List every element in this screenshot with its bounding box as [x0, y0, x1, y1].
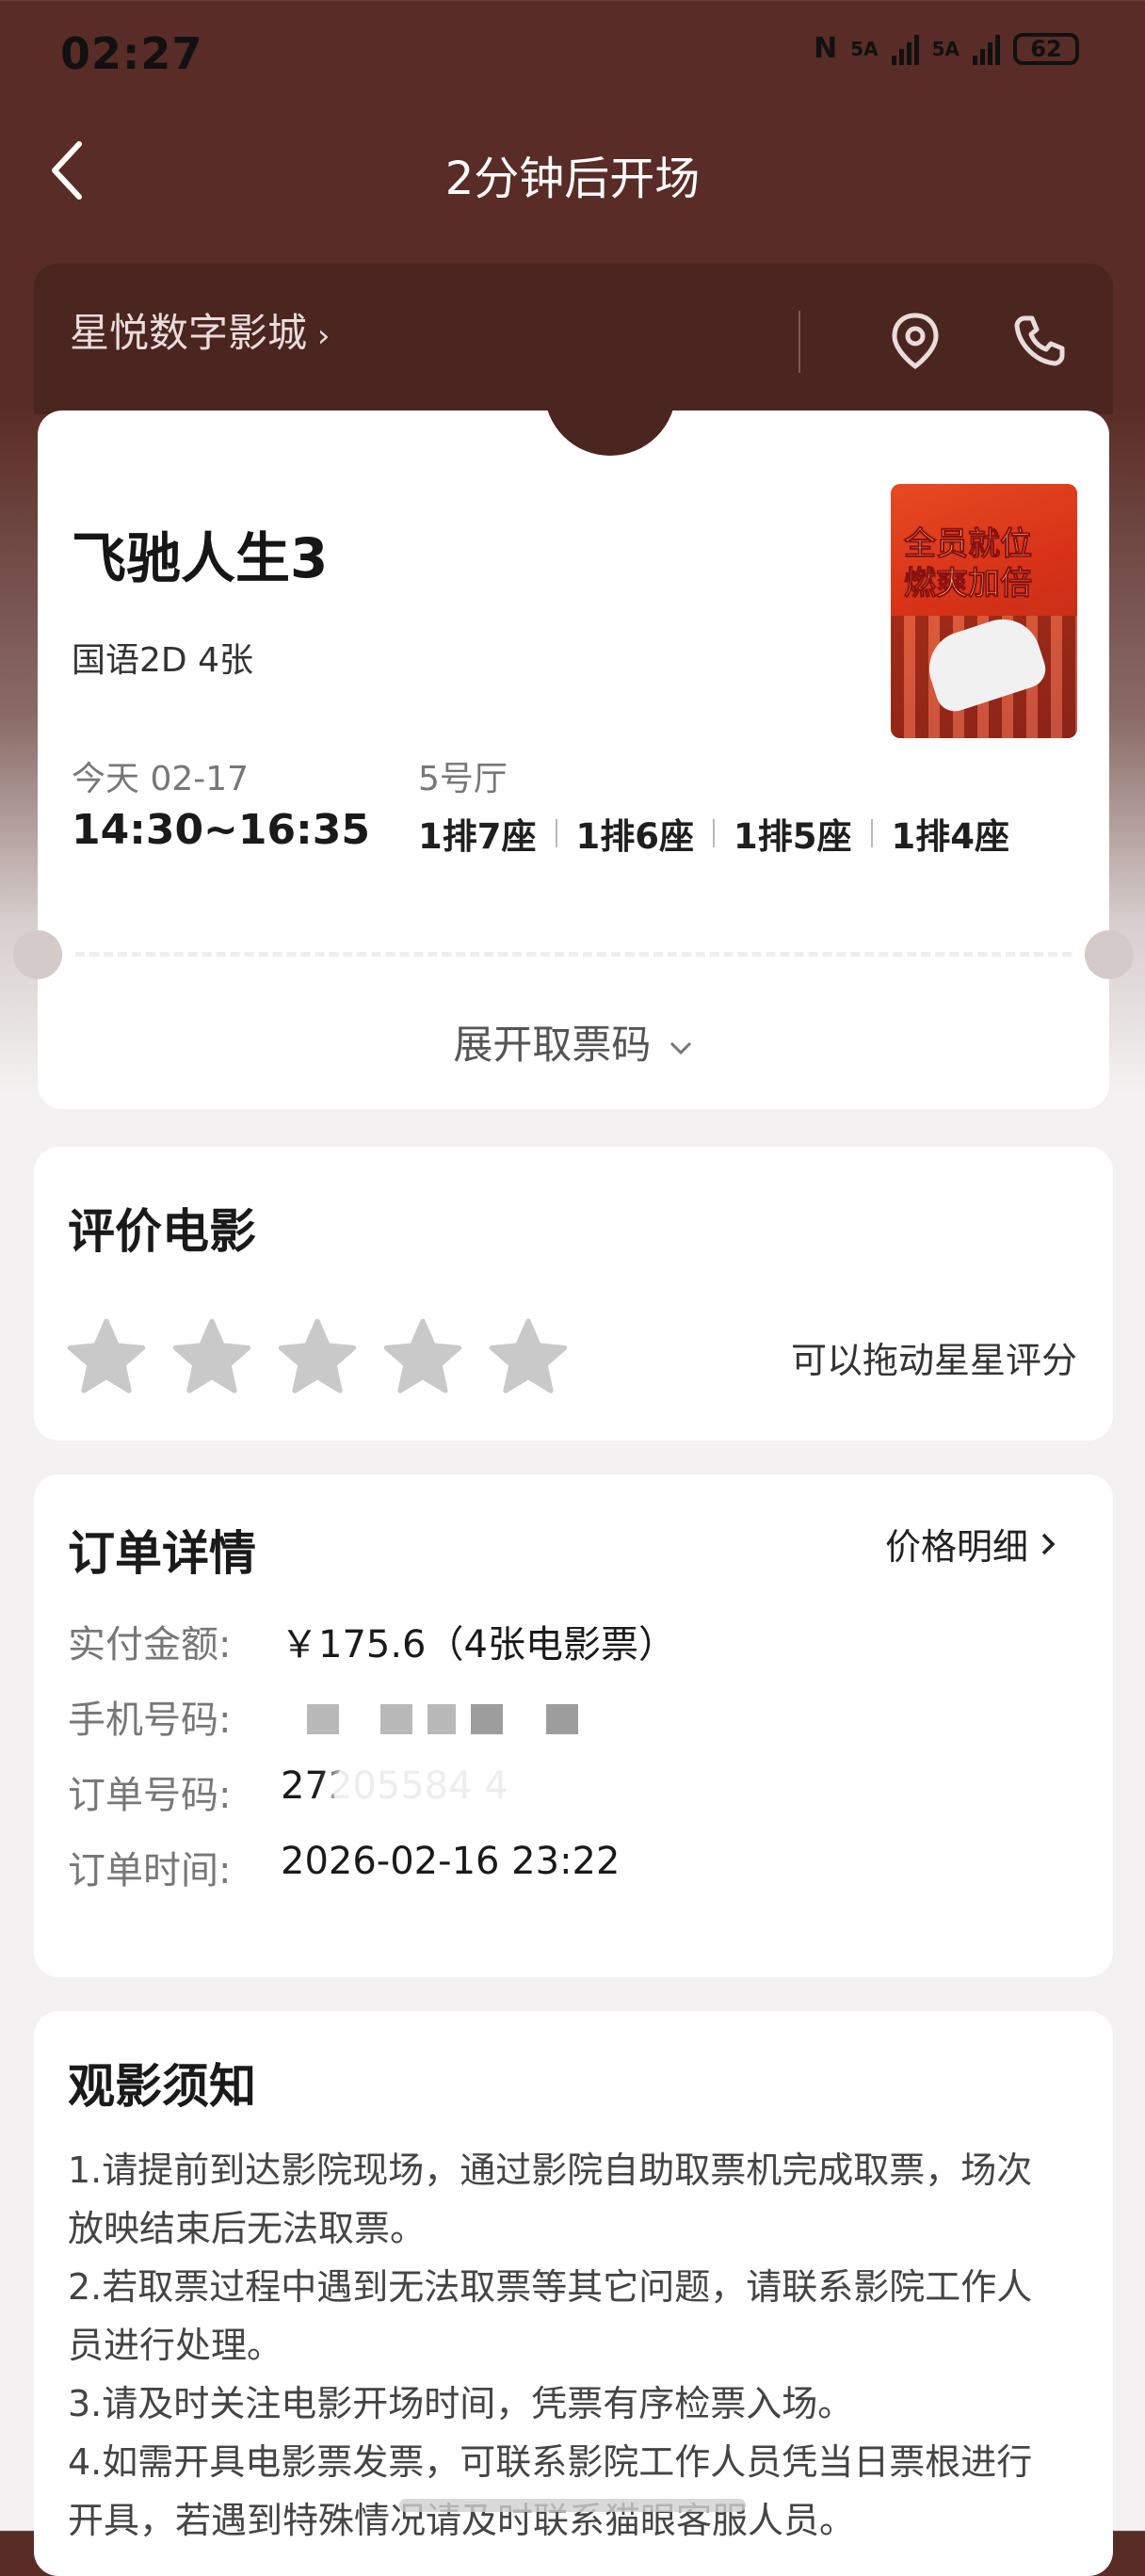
seat-list: 1排7座 1排6座 1排5座 1排4座	[418, 808, 1009, 859]
movie-poster[interactable]: 全员就位 燃爽加倍	[891, 484, 1077, 738]
amount-label: 实付金额:	[68, 1623, 232, 1666]
star-icon[interactable]	[382, 1316, 463, 1397]
signal-label-1: 5A	[850, 37, 879, 60]
top-nav: 2分钟后开场	[0, 122, 1145, 217]
ticket-notch-left	[13, 930, 62, 979]
order-time-label: 订单时间:	[68, 1849, 232, 1892]
ticket-notch-right	[1085, 930, 1134, 979]
seat-item: 1排5座	[734, 816, 852, 857]
seat-separator	[555, 819, 557, 847]
order-time-row: 订单时间: 2026-02-16 23:22	[68, 1840, 620, 1894]
phone-row: 手机号码:	[68, 1689, 578, 1744]
signal-bars-icon	[891, 33, 919, 65]
chevron-down-icon	[669, 1041, 691, 1055]
notice-list: 1.请提前到达影院现场，通过影院自助取票机完成取票，场次放映结束后无法取票。 2…	[68, 2141, 1060, 2550]
cinema-name-link[interactable]: 星悦数字影城 ›	[70, 301, 330, 359]
ticket-perforation	[75, 952, 1072, 957]
star-icon[interactable]	[171, 1316, 252, 1397]
battery-level: 62	[1030, 35, 1062, 62]
status-icons: N 5A 5A 62	[814, 32, 1079, 65]
cinema-name: 星悦数字影城	[70, 310, 308, 356]
chevron-right-icon	[1041, 1533, 1056, 1554]
battery-icon: 62	[1013, 32, 1079, 65]
price-detail-label: 价格明细	[884, 1526, 1028, 1568]
poster-text-2: 燃爽加倍	[904, 565, 1033, 604]
phone-value-masked	[281, 1695, 578, 1744]
notice-item: 3.请及时关注电影开场时间，凭票有序检票入场。	[68, 2383, 854, 2424]
movie-meta: 国语2D 4张	[72, 641, 253, 680]
notice-item: 1.请提前到达影院现场，通过影院自助取票机完成取票，场次放映结束后无法取票。	[68, 2149, 1033, 2249]
rating-hint: 可以拖动星星评分	[790, 1340, 1077, 1381]
phone-label: 手机号码:	[68, 1699, 232, 1742]
star-rating[interactable]	[66, 1316, 569, 1397]
star-icon[interactable]	[277, 1316, 358, 1397]
seat-separator	[713, 819, 715, 847]
notice-card: 观影须知 1.请提前到达影院现场，通过影院自助取票机完成取票，场次放映结束后无法…	[34, 2011, 1113, 2576]
expand-code-label: 展开取票码	[453, 1022, 652, 1068]
home-indicator[interactable]	[399, 2499, 746, 2512]
ticket-notch	[544, 390, 676, 456]
order-card: 订单详情 价格明细 实付金额: ￥175.6（4张电影票） 手机号码: 订单号码…	[34, 1474, 1113, 1977]
order-title: 订单详情	[68, 1526, 256, 1581]
rating-card: 评价电影 可以拖动星星评分	[34, 1147, 1113, 1441]
star-icon[interactable]	[488, 1316, 569, 1397]
amount-row: 实付金额: ￥175.6（4张电影票）	[68, 1614, 676, 1668]
movie-title: 飞驰人生3	[72, 526, 329, 590]
star-icon[interactable]	[66, 1316, 147, 1397]
rating-title: 评价电影	[68, 1204, 256, 1259]
notice-title: 观影须知	[68, 2059, 256, 2114]
location-button[interactable]	[878, 303, 953, 378]
order-no-label: 订单号码:	[68, 1774, 232, 1817]
status-bar: 02:27 N 5A 5A 62	[0, 0, 1145, 113]
ticket-card: 飞驰人生3 国语2D 4张 全员就位 燃爽加倍 今天 02-17 14:30~1…	[13, 390, 1134, 1109]
amount-value: ￥175.6（4张电影票）	[281, 1623, 676, 1666]
location-pin-icon	[892, 313, 939, 370]
expand-code-button[interactable]: 展开取票码	[38, 1013, 1109, 1071]
price-detail-button[interactable]: 价格明细	[885, 1518, 1056, 1570]
signal-bars-icon-2	[973, 33, 1000, 65]
seat-separator	[870, 819, 873, 847]
page-title: 2分钟后开场	[444, 153, 701, 205]
divider	[798, 311, 800, 373]
notice-item: 2.若取票过程中遇到无法取票等其它问题，请联系影院工作人员进行处理。	[68, 2266, 1033, 2366]
order-time-value: 2026-02-16 23:22	[281, 1840, 621, 1883]
show-time: 14:30~16:35	[72, 806, 370, 854]
signal-label-2: 5A	[931, 37, 960, 60]
chevron-right-icon: ›	[307, 317, 331, 355]
notice-item: 4.如需开具电影票发票，可联系影院工作人员凭当日票根进行开具，若遇到特殊情况请及…	[68, 2441, 1033, 2541]
phone-icon	[1014, 315, 1065, 366]
redaction-smudge	[333, 1761, 550, 1817]
seat-item: 1排6座	[575, 816, 695, 857]
hall-name: 5号厅	[418, 760, 508, 798]
seat-item: 1排4座	[891, 816, 1010, 857]
seat-item: 1排7座	[418, 816, 537, 857]
nfc-icon: N	[814, 32, 838, 65]
status-time: 02:27	[60, 28, 203, 79]
phone-button[interactable]	[1002, 303, 1077, 378]
show-date: 今天 02-17	[72, 760, 250, 798]
